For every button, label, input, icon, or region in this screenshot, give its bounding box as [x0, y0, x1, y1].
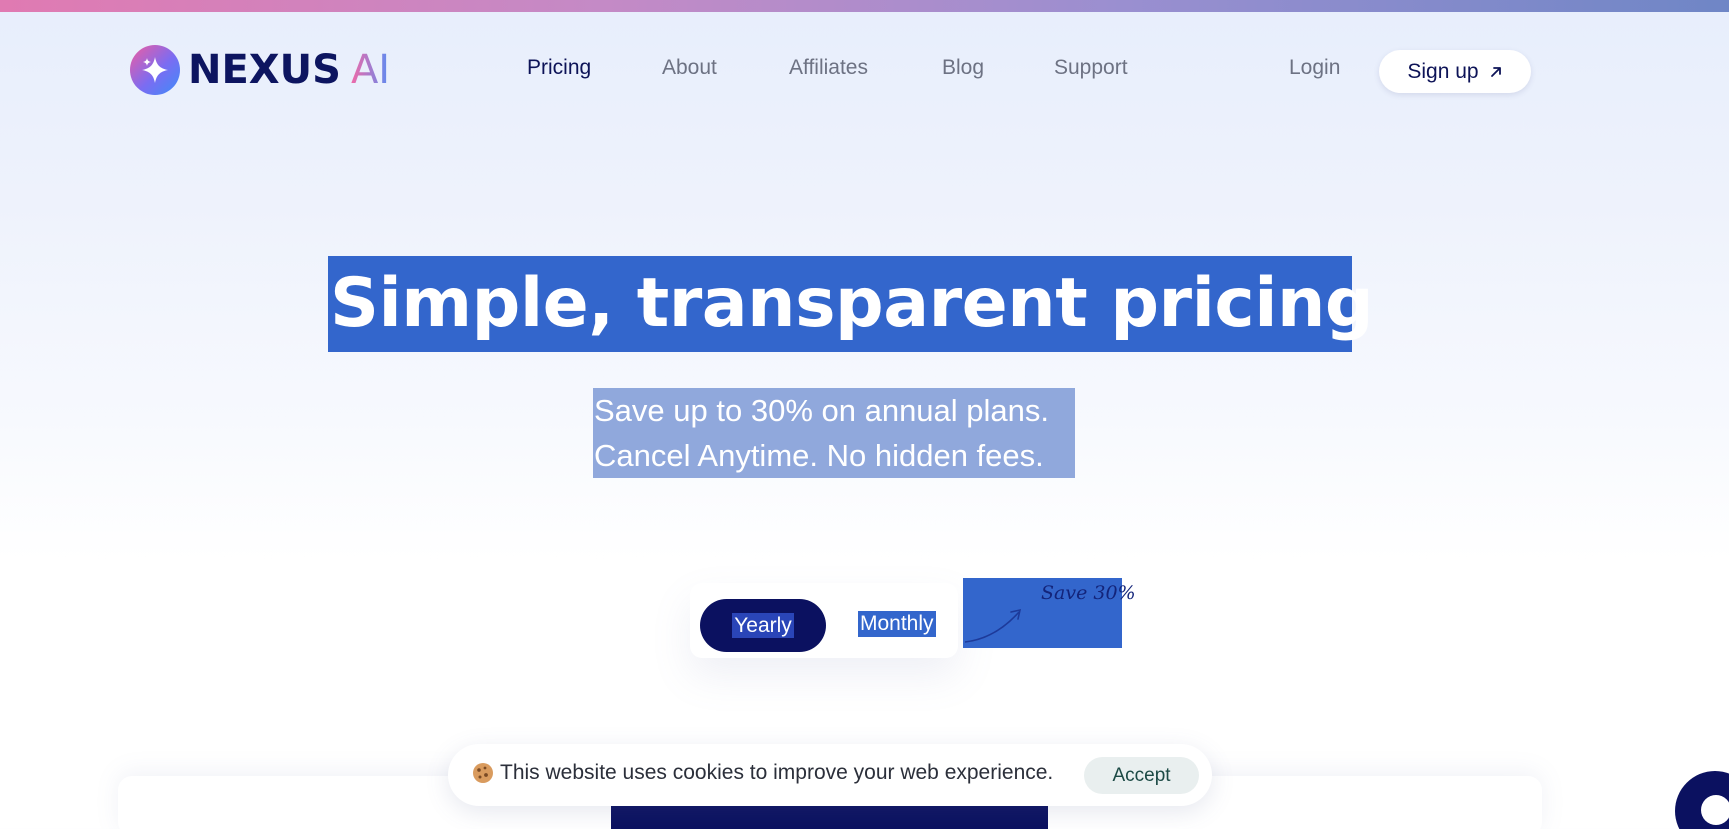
nexus-ai-logo[interactable]: NEXUS AI: [130, 45, 390, 95]
save-note: Save 30%: [1041, 582, 1136, 604]
cookie-message: This website uses cookies to improve you…: [500, 761, 1054, 784]
top-gradient-strip: [0, 0, 1729, 12]
hero-subtitle: Save up to 30% on annual plans. Cancel A…: [593, 388, 1075, 478]
nav-item-affiliates[interactable]: Affiliates: [789, 56, 868, 80]
accept-cookies-button[interactable]: Accept: [1084, 757, 1199, 794]
nav-item-pricing[interactable]: Pricing: [527, 56, 591, 80]
logo-wordmark: NEXUS AI: [188, 47, 390, 93]
featured-pricing-card: [611, 806, 1048, 829]
hero-subtitle-line-2: Cancel Anytime. No hidden fees.: [594, 438, 1044, 473]
nav-item-blog[interactable]: Blog: [942, 56, 984, 80]
save-badge: Save 30%: [963, 578, 1136, 648]
hero-subtitle-line-1: Save up to 30% on annual plans.: [594, 393, 1050, 428]
chat-launcher-button[interactable]: [1675, 771, 1729, 829]
signup-button[interactable]: Sign up: [1379, 50, 1531, 93]
logo-suffix: AI: [350, 47, 391, 93]
chat-bubble-icon: [1701, 795, 1729, 825]
yearly-label: Yearly: [732, 613, 794, 638]
login-link[interactable]: Login: [1289, 56, 1340, 80]
logo-name: NEXUS: [188, 47, 341, 93]
page-title: Simple, transparent pricing: [328, 256, 1374, 352]
curved-arrow-icon: [964, 608, 1022, 643]
monthly-toggle-button[interactable]: Monthly: [858, 611, 936, 637]
signup-label: Sign up: [1407, 59, 1479, 83]
sparkle-icon: [130, 45, 180, 95]
yearly-toggle-button[interactable]: Yearly: [700, 599, 826, 652]
arrow-up-right-icon: [1490, 66, 1501, 77]
cookie-icon: [473, 763, 493, 783]
nav-item-support[interactable]: Support: [1054, 56, 1128, 80]
nav-item-about[interactable]: About: [662, 56, 717, 80]
